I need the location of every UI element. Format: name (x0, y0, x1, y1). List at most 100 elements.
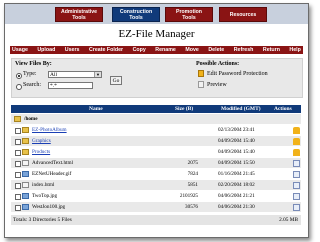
toolbar-upload-button[interactable]: Upload (37, 46, 55, 54)
tab-administrative-tools[interactable]: Administrative Tools (55, 7, 103, 22)
preview-icon[interactable] (293, 182, 300, 189)
file-name-link[interactable]: Graphics (32, 136, 51, 146)
toolbar-help-button[interactable]: Help (289, 46, 300, 54)
current-path-row[interactable]: /home (11, 114, 301, 124)
toolbar-copy-button[interactable]: Copy (133, 46, 146, 54)
folder-icon (22, 138, 29, 144)
top-navigation: Administrative Tools Construction Tools … (5, 4, 308, 24)
file-modified: 02/20/2004 18:02 (218, 182, 255, 188)
lock-icon (198, 70, 204, 77)
toolbar-move-button[interactable]: Move (185, 46, 199, 54)
search-radio[interactable] (16, 84, 22, 90)
toolbar-create-folder-button[interactable]: Create Folder (89, 46, 123, 54)
file-size: 2101925 (179, 193, 198, 199)
file-modified: 01/16/2004 21:45 (218, 171, 255, 177)
tab-construction-tools[interactable]: Construction Tools (112, 7, 160, 22)
go-button[interactable]: Go (110, 76, 122, 85)
toolbar-usage-button[interactable]: Usage (12, 46, 28, 54)
toolbar-users-button[interactable]: Users (65, 46, 80, 54)
tab-label-line2: Tools (182, 14, 196, 21)
table-row[interactable]: EZNetUHeader.gif 7824 01/16/2004 21:45 (11, 169, 301, 179)
lock-icon[interactable] (293, 138, 300, 145)
file-modified: 04/09/2004 15:40 (218, 138, 255, 144)
row-checkbox[interactable] (15, 150, 21, 156)
table-row[interactable]: Graphics 04/09/2004 15:40 (11, 136, 301, 146)
toolbar-delete-button[interactable]: Delete (208, 46, 224, 54)
possible-actions-heading: Possible Actions: (196, 61, 240, 67)
image-file-icon (22, 204, 29, 210)
tab-label-line2: Tools (129, 14, 143, 21)
type-select[interactable]: All ▼ (48, 71, 102, 78)
view-files-heading: View Files By: (15, 61, 52, 67)
search-input[interactable]: *.* (48, 82, 93, 89)
row-checkbox[interactable] (15, 128, 21, 134)
toolbar-rename-button[interactable]: Rename (155, 46, 176, 54)
column-name-header[interactable]: Name (89, 105, 103, 113)
current-path: /home (24, 116, 38, 122)
column-actions-header: Actions (274, 106, 292, 112)
filter-panel: View Files By: Type: All ▼ Search: *.* G… (11, 58, 303, 98)
preview-icon[interactable] (293, 160, 300, 167)
column-modified-header[interactable]: Modified (GMT) (221, 105, 261, 113)
file-size: 5851 (187, 182, 198, 188)
table-row[interactable]: index.html 5851 02/20/2004 18:02 (11, 180, 301, 190)
file-manager-window: Administrative Tools Construction Tools … (4, 3, 309, 238)
toolbar-refresh-button[interactable]: Refresh (234, 46, 254, 54)
row-checkbox[interactable] (15, 139, 21, 145)
folder-icon (22, 149, 29, 155)
chevron-down-icon: ▼ (94, 72, 101, 77)
file-size: 30576 (185, 204, 198, 210)
preview-legend: Preview (207, 82, 227, 88)
file-modified: 04/09/2004 15:40 (218, 149, 255, 155)
tab-label-line2: Tools (72, 14, 86, 21)
lock-icon[interactable] (293, 149, 300, 156)
type-radio[interactable] (16, 73, 22, 79)
file-name[interactable]: AdvancedText.html (32, 158, 73, 168)
row-checkbox[interactable] (15, 194, 21, 200)
row-checkbox[interactable] (15, 172, 21, 178)
file-name[interactable]: TwoTop.jpg (32, 191, 57, 201)
type-select-value: All (50, 72, 58, 78)
preview-icon[interactable] (293, 193, 300, 200)
totals-size: 2.05 MB (279, 217, 298, 223)
row-checkbox[interactable] (15, 205, 21, 211)
tab-promotion-tools[interactable]: Promotion Tools (165, 7, 213, 22)
file-table-header: Name Size (B) Modified (GMT) Actions (11, 105, 301, 113)
file-name[interactable]: index.html (32, 180, 54, 190)
preview-icon[interactable] (293, 204, 300, 211)
html-file-icon (22, 160, 29, 166)
file-name[interactable]: WestJon100.jpg (32, 202, 65, 212)
table-row[interactable]: AdvancedText.html 2075 04/09/2004 15:50 (11, 158, 301, 168)
preview-icon (198, 81, 204, 88)
edit-password-protection-legend: Edit Password Protection (207, 71, 268, 77)
file-modified: 02/13/2004 23:41 (218, 127, 255, 133)
table-row[interactable]: Products 04/09/2004 15:40 (11, 147, 301, 157)
row-checkbox[interactable] (15, 183, 21, 189)
type-label: Type: (23, 71, 37, 77)
table-row[interactable]: WestJon100.jpg 30576 04/06/2004 21:30 (11, 202, 301, 212)
tab-resources[interactable]: Resources (219, 7, 267, 22)
file-modified: 04/09/2004 15:50 (218, 160, 255, 166)
totals-count: Totals: 3 Directories 5 Files (13, 217, 72, 223)
file-name-link[interactable]: EZ-PhotoAlbum (32, 125, 67, 135)
toolbar-return-button[interactable]: Return (263, 46, 280, 54)
folder-open-icon (14, 116, 21, 122)
action-toolbar: Usage Upload Users Create Folder Copy Re… (10, 46, 303, 54)
table-totals: Totals: 3 Directories 5 Files 2.05 MB (11, 215, 301, 225)
lock-icon[interactable] (293, 127, 300, 134)
column-size-header[interactable]: Size (B) (175, 105, 193, 113)
html-file-icon (22, 182, 29, 188)
table-row[interactable]: TwoTop.jpg 2101925 04/06/2004 21:21 (11, 191, 301, 201)
file-name-link[interactable]: Products (32, 147, 50, 157)
file-name[interactable]: EZNetUHeader.gif (32, 169, 71, 179)
page-title: EZ-File Manager (118, 28, 195, 40)
file-modified: 04/06/2004 21:30 (218, 204, 255, 210)
search-label: Search: (23, 82, 41, 88)
file-size: 2075 (187, 160, 198, 166)
preview-icon[interactable] (293, 171, 300, 178)
folder-icon (22, 127, 29, 133)
table-row[interactable]: EZ-PhotoAlbum 02/13/2004 23:41 (11, 125, 301, 135)
row-checkbox[interactable] (15, 161, 21, 167)
tab-label-line1: Resources (229, 11, 257, 18)
image-file-icon (22, 171, 29, 177)
